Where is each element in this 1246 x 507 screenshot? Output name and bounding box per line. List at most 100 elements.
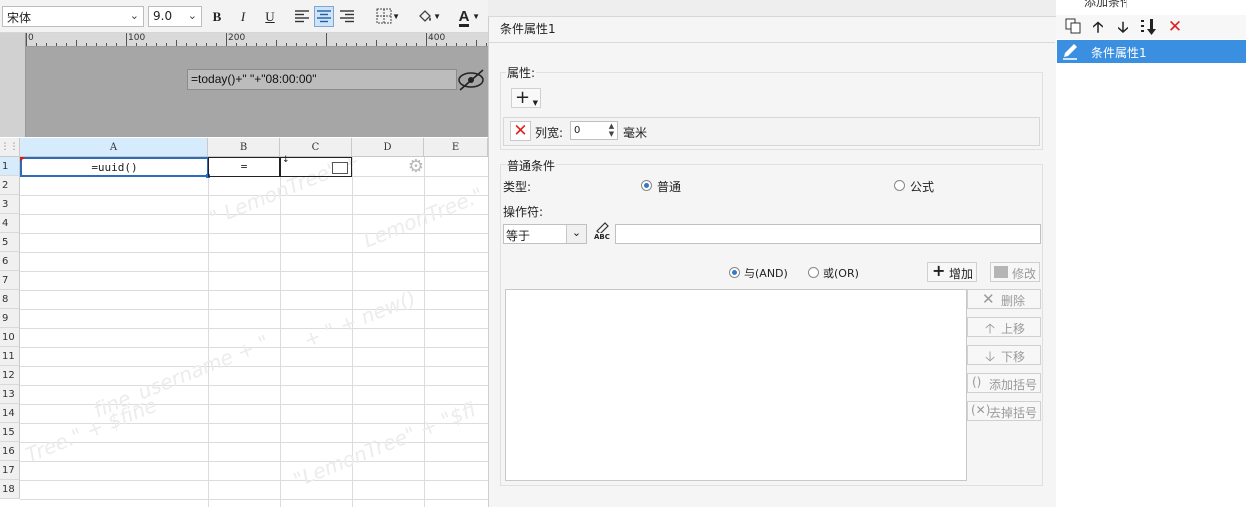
column-header-a[interactable]: A [20, 138, 208, 157]
row-header[interactable]: 13 [0, 385, 20, 404]
ruler-tick [196, 43, 197, 46]
row-header[interactable]: 3 [0, 195, 20, 214]
remove-bracket-button[interactable]: (✕) 去掉括号 [967, 401, 1041, 421]
cell-c1[interactable]: ↓ [280, 155, 352, 177]
edit-pencil-icon [1057, 40, 1083, 63]
modify-condition-button[interactable]: 修改 [990, 262, 1040, 282]
add-bracket-button[interactable]: () 添加括号 [967, 373, 1041, 393]
align-center-button[interactable] [314, 6, 334, 27]
row-header[interactable]: 18 [0, 480, 20, 499]
ruler-tick [86, 43, 87, 46]
caret-down-icon: ▼ [392, 12, 400, 21]
and-label: 与(AND) [744, 267, 788, 280]
font-name-select[interactable]: 宋体 ⌄ [2, 6, 144, 27]
ruler-tick [26, 33, 27, 46]
type-normal-radio[interactable] [641, 180, 652, 191]
pencil-icon [596, 222, 609, 233]
column-header-e[interactable]: E [424, 138, 488, 157]
arrow-down-icon[interactable]: 🡣 [1114, 18, 1132, 36]
border-button[interactable]: ▼ [368, 6, 400, 27]
select-all-corner[interactable]: ⋮⋮ [0, 138, 20, 157]
ruler-tick [356, 43, 357, 46]
secondary-toolbar [488, 0, 1056, 17]
row-header[interactable]: 5 [0, 233, 20, 252]
row-header[interactable]: 2 [0, 176, 20, 195]
row-header[interactable]: 9 [0, 309, 20, 328]
header-formula-cell[interactable]: =today()+" "+"08:00:00" [187, 69, 457, 90]
ruler-tick [306, 43, 307, 46]
operator-select[interactable]: 等于 ⌄ [503, 224, 587, 244]
delete-property-icon[interactable]: ✕ [510, 121, 531, 141]
move-bottom-icon[interactable] [1140, 18, 1158, 36]
ruler-tick [486, 43, 487, 46]
copy-icon[interactable] [1064, 18, 1082, 36]
gear-icon[interactable]: ⚙ [406, 157, 426, 177]
fill-color-button[interactable]: ▼ [409, 6, 441, 27]
panel-search-input[interactable] [1126, 0, 1246, 8]
font-size-select[interactable]: 9.0 ⌄ [148, 6, 202, 27]
move-down-button[interactable]: 🡣 下移 [967, 345, 1041, 365]
condition-list-item[interactable]: 条件属性1 [1057, 40, 1246, 63]
arrow-up-icon[interactable]: 🡡 [1089, 18, 1107, 36]
or-radio[interactable] [808, 267, 819, 278]
row-header[interactable]: 6 [0, 252, 20, 271]
add-bracket-label: 添加括号 [989, 378, 1038, 392]
bold-button[interactable]: B [207, 6, 227, 27]
text-color-button[interactable]: A ▼ [448, 6, 480, 27]
row-divider [20, 480, 488, 481]
row-header[interactable]: 4 [0, 214, 20, 233]
type-label: 类型: [503, 180, 532, 194]
font-name-value: 宋体 [7, 11, 32, 25]
italic-button[interactable]: I [233, 6, 253, 27]
caret-down-icon: ▼ [472, 12, 480, 21]
delete-icon[interactable]: ✕ [1166, 18, 1184, 36]
ruler-tick [66, 43, 67, 46]
row-header[interactable]: 10 [0, 328, 20, 347]
condition-item-label: 条件属性1 [1091, 46, 1147, 60]
ruler-tick [346, 43, 347, 46]
row-header[interactable]: 11 [0, 347, 20, 366]
add-button-label: 增加 [949, 267, 974, 281]
hide-eye-icon[interactable] [456, 68, 486, 92]
row-header[interactable]: 7 [0, 271, 20, 290]
row-header[interactable]: 12 [0, 366, 20, 385]
ruler-tick [206, 43, 207, 46]
align-right-button[interactable] [337, 6, 357, 27]
type-formula-radio[interactable] [894, 180, 905, 191]
row-divider [20, 404, 488, 405]
divider [489, 42, 1055, 43]
ruler-tick [116, 43, 117, 46]
align-left-button[interactable] [292, 6, 312, 27]
ruler-tick [156, 43, 157, 46]
row-header[interactable]: 14 [0, 404, 20, 423]
ruler-tick [216, 43, 217, 46]
column-header-d[interactable]: D [352, 138, 424, 157]
ruler-tick [326, 33, 327, 46]
font-size-value: 9.0 [153, 9, 173, 23]
value-type-button[interactable]: ABC [591, 222, 613, 244]
align-right-icon [340, 10, 354, 23]
ruler-tick [56, 43, 57, 46]
row-divider [20, 233, 488, 234]
move-up-button[interactable]: 🡡 上移 [967, 317, 1041, 337]
underline-button[interactable]: U [260, 6, 280, 27]
add-condition-button[interactable]: + 增加 [927, 261, 977, 282]
cell-a1[interactable]: =uuid() [20, 157, 209, 177]
ruler-tick [106, 43, 107, 46]
add-property-button[interactable]: + ▼ [511, 88, 541, 108]
row-header[interactable]: 16 [0, 442, 20, 461]
operator-value-input[interactable] [615, 224, 1041, 244]
and-radio[interactable] [729, 267, 740, 278]
condition-list[interactable] [505, 289, 967, 481]
row-header[interactable]: 15 [0, 423, 20, 442]
row-header[interactable]: 1 [0, 157, 20, 176]
ruler-tick [176, 40, 177, 46]
spinner-arrows-icon[interactable]: ▲ ▼ [606, 122, 617, 139]
ruler-tick [476, 40, 477, 46]
caret-down-icon: ▼ [433, 12, 441, 21]
column-header-b[interactable]: B [208, 138, 280, 157]
row-header[interactable]: 8 [0, 290, 20, 309]
cell-b1[interactable]: = [208, 157, 280, 177]
delete-condition-button[interactable]: ✕ 删除 [967, 289, 1041, 309]
row-header[interactable]: 17 [0, 461, 20, 480]
